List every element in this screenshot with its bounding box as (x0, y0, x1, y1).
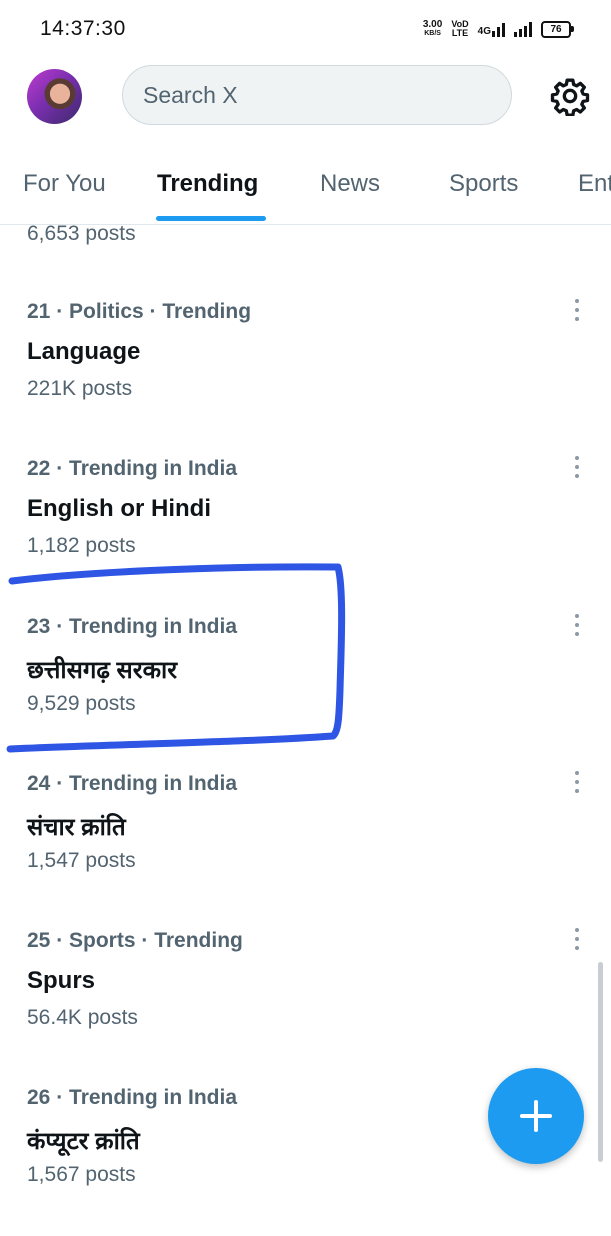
signal-icon (514, 21, 532, 37)
tab-entertainment[interactable]: Ent (578, 170, 611, 198)
network-type: 4G (477, 26, 491, 37)
more-options-icon[interactable] (570, 614, 584, 640)
trend-meta: 22 · Trending in India (27, 457, 238, 480)
trend-meta: 21 · Politics · Trending (27, 300, 252, 323)
trend-post-count: 1,547 posts (27, 849, 136, 872)
trend-item[interactable]: 24 · Trending in India संचार क्रांति 1,5… (0, 771, 611, 922)
status-bar: 14:37:30 3.00 KB/S VoD LTE 4G 76 (0, 0, 611, 58)
network-speed-unit: KB/S (424, 30, 441, 37)
highlight-marker-annotation (6, 563, 346, 753)
volte-icon: VoD LTE (451, 20, 468, 38)
trend-name: English or Hindi (27, 495, 211, 522)
active-tab-indicator (156, 216, 266, 221)
more-options-icon[interactable] (570, 456, 584, 482)
more-options-icon[interactable] (570, 928, 584, 954)
trend-meta: 25 · Sports · Trending (27, 929, 243, 952)
tab-trending[interactable]: Trending (157, 170, 258, 198)
more-options-icon[interactable] (570, 771, 584, 797)
trend-item[interactable]: 25 · Sports · Trending Spurs 56.4K posts (0, 928, 611, 1079)
trend-name: Language (27, 338, 141, 365)
plus-icon (520, 1100, 552, 1132)
battery-icon: 76 (541, 20, 574, 38)
trend-post-count: 1,182 posts (27, 534, 136, 557)
network-4g-icon: 4G (478, 21, 505, 37)
trend-name: कंप्यूटर क्रांति (27, 1128, 140, 1155)
profile-avatar[interactable] (27, 69, 82, 124)
tab-sports[interactable]: Sports (449, 170, 518, 198)
network-speed-value: 3.00 (422, 19, 443, 30)
scrollbar[interactable] (598, 962, 603, 1162)
trend-item[interactable]: 21 · Politics · Trending Language 221K p… (0, 299, 611, 450)
trend-post-count: 221K posts (27, 377, 133, 400)
status-time: 14:37:30 (40, 17, 126, 40)
tab-for-you[interactable]: For You (23, 170, 106, 198)
volte-bottom: LTE (451, 28, 469, 38)
tab-news[interactable]: News (320, 170, 380, 198)
network-speed: 3.00 KB/S (423, 20, 442, 38)
trend-name: संचार क्रांति (27, 814, 126, 841)
search-placeholder: Search X (143, 82, 238, 108)
search-input[interactable]: Search X (122, 65, 512, 125)
settings-gear-icon[interactable] (550, 76, 590, 116)
trend-name: Spurs (27, 967, 96, 994)
compose-post-button[interactable] (488, 1068, 584, 1164)
partial-post-count: 6,653 posts (27, 222, 136, 245)
trend-post-count: 56.4K posts (27, 1006, 138, 1029)
trend-post-count: 1,567 posts (27, 1163, 136, 1186)
explore-tabs: For You Trending News Sports Ent (0, 150, 611, 225)
trend-meta: 26 · Trending in India (27, 1086, 238, 1109)
more-options-icon[interactable] (570, 299, 584, 325)
status-icons: 3.00 KB/S VoD LTE 4G 76 (423, 20, 574, 38)
trend-meta: 24 · Trending in India (27, 772, 238, 795)
